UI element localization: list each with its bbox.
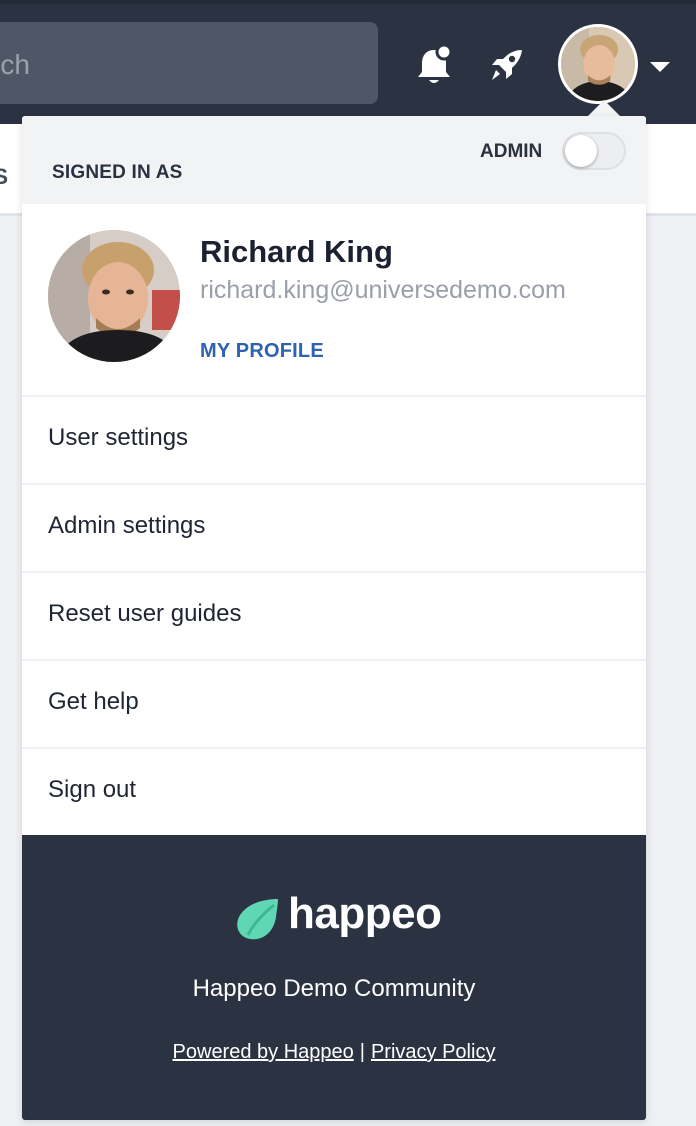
menu-item-admin-settings[interactable]: Admin settings [22,485,646,573]
profile-avatar [48,230,180,362]
profile-section: Richard King richard.king@universedemo.c… [22,204,646,397]
menu-item-label: Reset user guides [48,600,242,627]
happeo-logo: happeo [234,889,444,949]
topbar-divider [0,0,696,4]
tab-fragment: S [0,164,8,189]
link-separator: | [359,1041,365,1063]
menu-item-user-settings[interactable]: User settings [22,397,646,485]
brand-name: happeo [288,889,442,938]
menu-item-label: Admin settings [48,512,206,539]
menu-item-sign-out[interactable]: Sign out [22,749,646,837]
user-email: richard.king@universedemo.com [200,276,566,304]
menu-item-reset-user-guides[interactable]: Reset user guides [22,573,646,661]
menu-item-label: User settings [48,424,189,451]
powered-by-link[interactable]: Powered by Happeo [173,1041,354,1063]
community-name: Happeo Demo Community [192,975,476,1002]
menu-item-label: Sign out [48,776,137,803]
dropdown-pointer [588,100,620,116]
menu-item-label: Get help [48,688,139,715]
leaf-logo-icon [237,899,278,940]
chevron-down-icon[interactable] [650,62,670,72]
admin-toggle[interactable] [562,132,626,170]
admin-toggle-label: ADMIN [480,141,543,162]
user-avatar-button[interactable] [558,24,638,104]
user-name: Richard King [200,234,393,269]
admin-toggle-knob [565,135,597,167]
footer-links: Powered by Happeo | Privacy Policy [22,1041,646,1064]
user-menu-dropdown: SIGNED IN AS ADMIN Richard King richard.… [22,116,646,1120]
menu-item-get-help[interactable]: Get help [22,661,646,749]
notification-bell-icon[interactable] [414,43,454,90]
dropdown-header: SIGNED IN AS ADMIN [22,116,646,204]
dropdown-footer: happeo Happeo Demo Community Powered by … [22,835,646,1120]
my-profile-link[interactable]: MY PROFILE [200,340,324,363]
user-menu-list: User settings Admin settings Reset user … [22,397,646,837]
signed-in-label: SIGNED IN AS [52,162,183,183]
rocket-icon[interactable] [486,44,526,90]
privacy-policy-link[interactable]: Privacy Policy [371,1041,495,1063]
search-input[interactable] [0,22,378,104]
search-placeholder: ch [0,49,30,80]
